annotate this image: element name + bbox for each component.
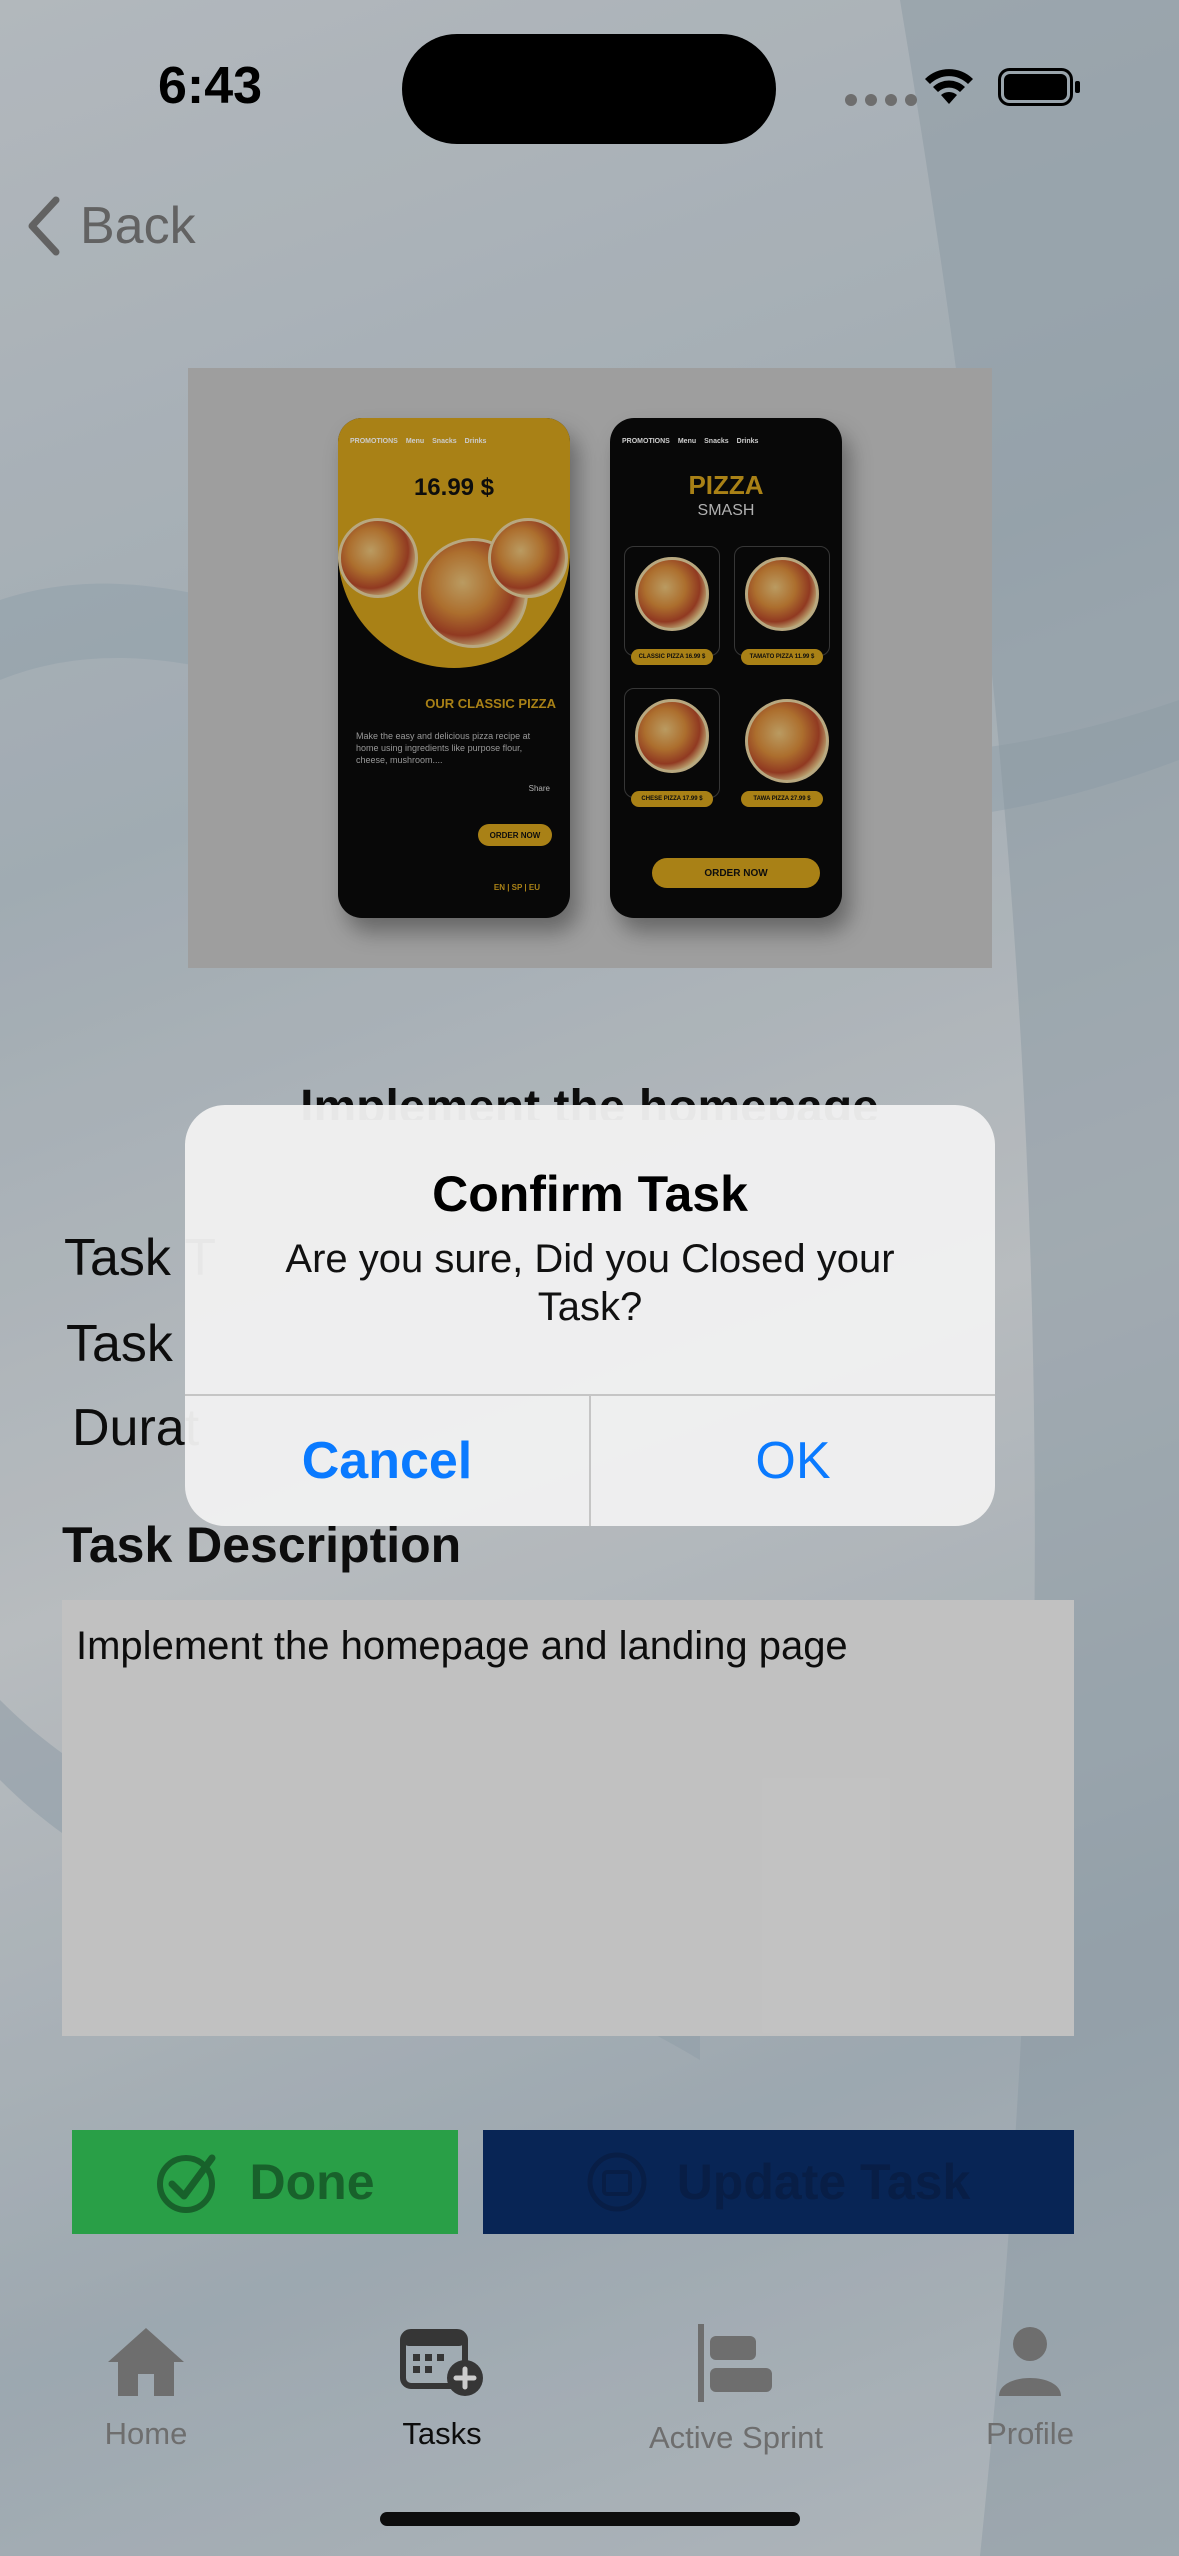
alert-message: Are you sure, Did you Closed your Task? [285, 1237, 895, 1329]
confirm-task-alert: Confirm Task Are you sure, Did you Close… [185, 1105, 995, 1526]
alert-title: Confirm Task [432, 1166, 748, 1222]
ok-button[interactable]: OK [591, 1396, 995, 1526]
cancel-button[interactable]: Cancel [185, 1396, 589, 1526]
